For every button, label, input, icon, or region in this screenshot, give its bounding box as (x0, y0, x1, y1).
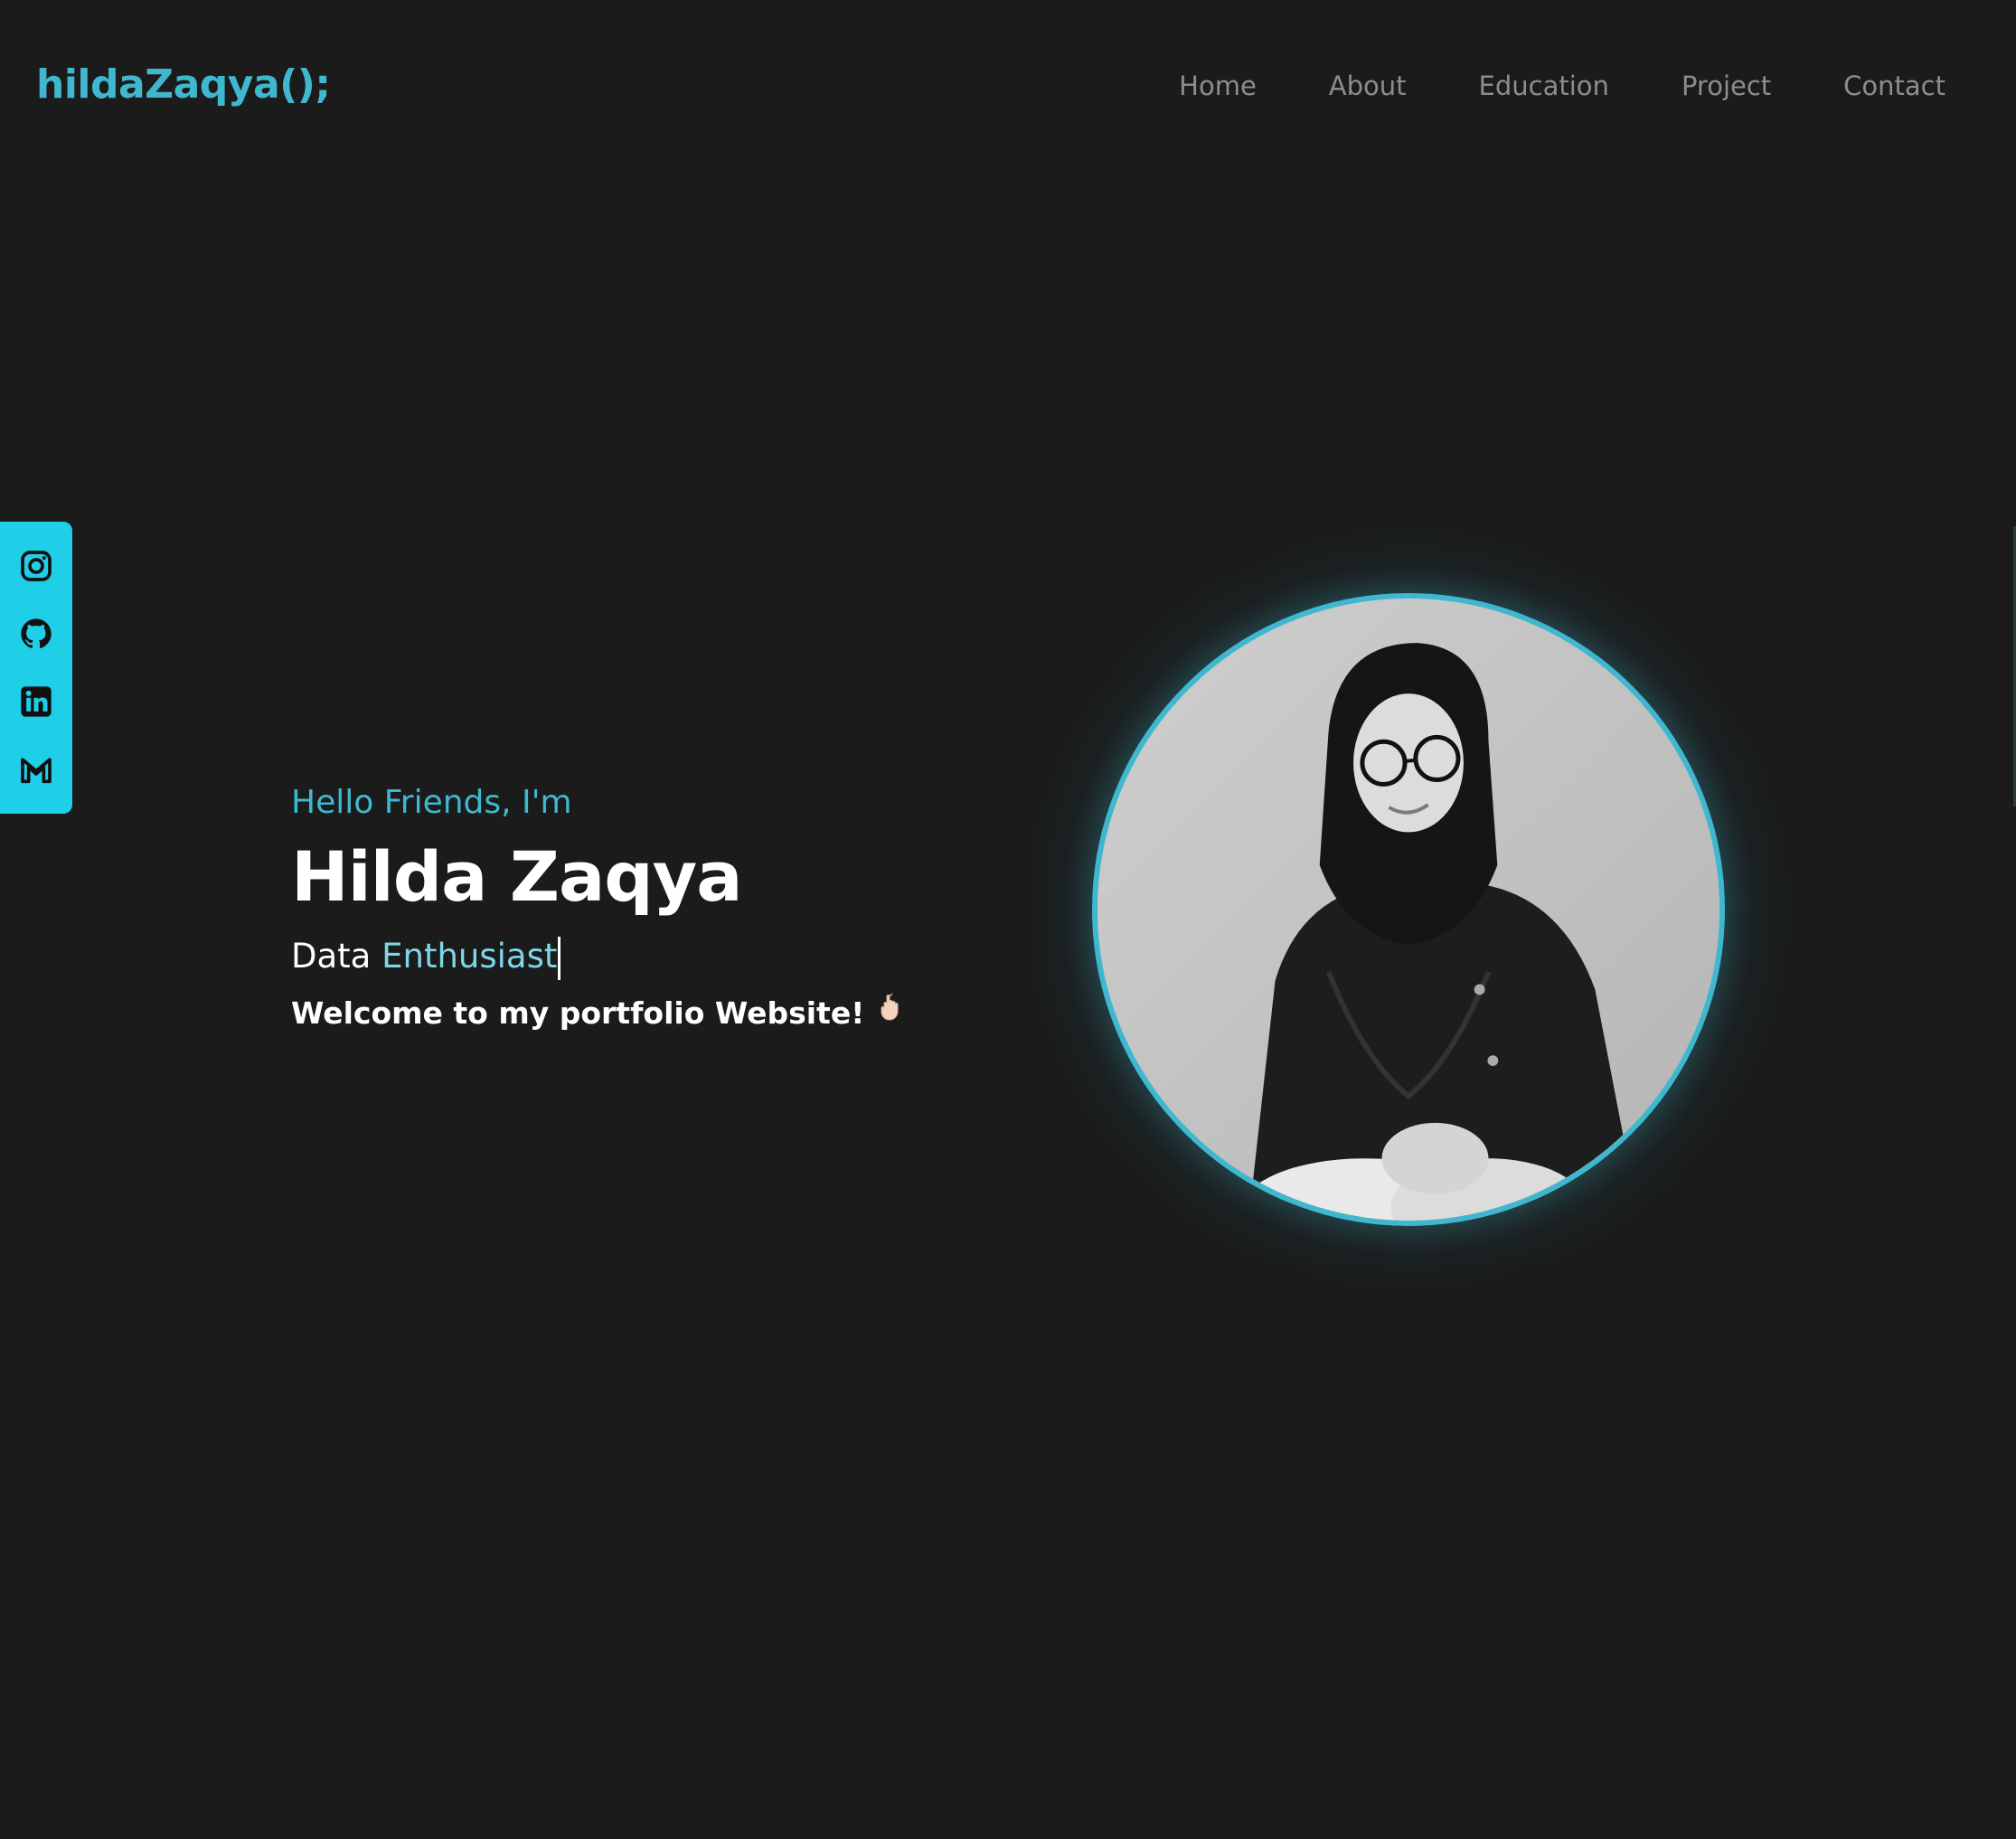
nav-contact[interactable]: Contact (1843, 71, 1945, 101)
page: hildaZaqya(); Home About Education Proje… (0, 0, 2016, 1839)
linkedin-icon (21, 686, 52, 717)
welcome-message: Welcome to my portfolio Website! (291, 991, 906, 1035)
instagram-link[interactable] (16, 546, 56, 586)
nav-project[interactable]: Project (1682, 71, 1771, 101)
instagram-icon (21, 551, 52, 582)
site-logo[interactable]: hildaZaqya(); (36, 61, 331, 108)
nav-about[interactable]: About (1329, 71, 1407, 101)
github-link[interactable] (16, 614, 56, 654)
github-icon (21, 618, 52, 648)
social-sidebar (0, 522, 72, 814)
nav-education[interactable]: Education (1479, 71, 1609, 101)
profile-photo-illustration (1097, 599, 1719, 1221)
main-nav: Home About Education Project Contact (1107, 71, 1945, 101)
gmail-link[interactable] (16, 750, 56, 789)
role-prefix: Data (291, 937, 372, 976)
linkedin-link[interactable] (16, 682, 56, 721)
nav-home[interactable]: Home (1179, 71, 1257, 101)
hero-section: Hello Friends, I'm Hilda Zaqya Data Enth… (291, 779, 906, 1035)
role-typed-text: Enthusiast (382, 937, 558, 976)
typing-caret (558, 936, 561, 980)
welcome-text: Welcome to my portfolio Website! (291, 995, 865, 1031)
gmail-icon (21, 757, 52, 783)
hand-emoji-icon (879, 991, 906, 1035)
hero-greeting: Hello Friends, I'm (291, 784, 572, 821)
profile-photo (1092, 593, 1725, 1226)
hero-role: Data Enthusiast (291, 933, 906, 980)
hero-name: Hilda Zaqya (291, 836, 742, 917)
